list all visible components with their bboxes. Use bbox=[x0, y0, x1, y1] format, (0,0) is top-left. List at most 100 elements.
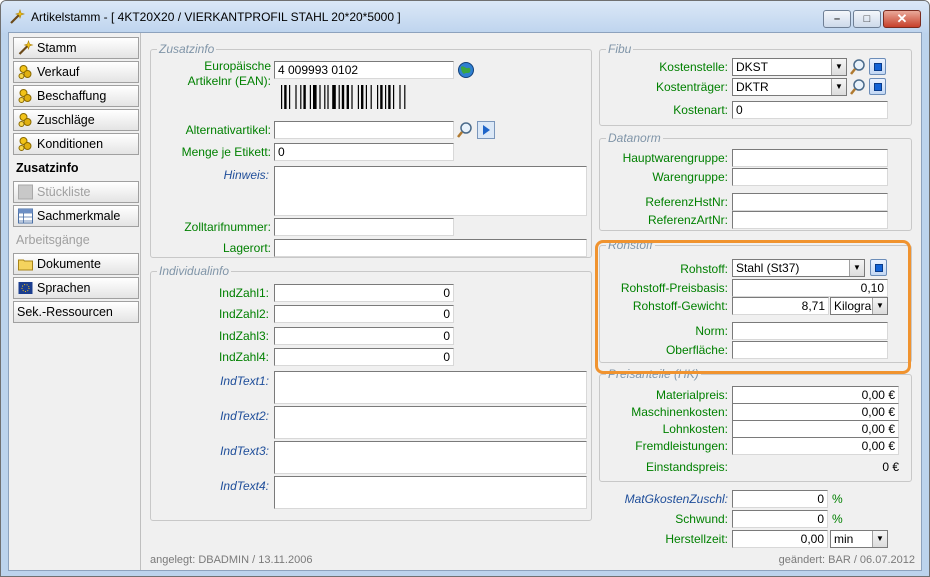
indzahl2-field[interactable]: 0 bbox=[274, 305, 454, 323]
content-area: Zusatzinfo Europäische Artikelnr (EAN): … bbox=[143, 33, 921, 570]
warengruppe-field[interactable] bbox=[732, 168, 888, 186]
referenzartnr-label: ReferenzArtNr: bbox=[647, 213, 728, 227]
preisbasis-field[interactable]: 0,10 bbox=[732, 279, 888, 297]
square-icon bbox=[874, 83, 882, 91]
sidebar-item-label: Stamm bbox=[37, 41, 77, 55]
oberflaeche-field[interactable] bbox=[732, 341, 888, 359]
coins-icon bbox=[18, 113, 32, 127]
indtext1-field[interactable] bbox=[274, 371, 587, 404]
sidebar-item-label: Dokumente bbox=[37, 257, 101, 271]
alternativartikel-field[interactable] bbox=[274, 121, 454, 139]
sidebar-item-sek-ressourcen[interactable]: Sek.-Ressourcen bbox=[13, 301, 139, 323]
sidebar-item-label: Sek.-Ressourcen bbox=[17, 305, 113, 319]
search-icon[interactable] bbox=[849, 58, 867, 76]
gewicht-field[interactable]: 8,71 bbox=[732, 297, 829, 315]
referenzhstnr-label: ReferenzHstNr: bbox=[645, 195, 728, 209]
sidebar-item-zusatzinfo[interactable]: Zusatzinfo bbox=[13, 157, 139, 179]
sidebar-item-stamm[interactable]: Stamm bbox=[13, 37, 139, 59]
norm-field[interactable] bbox=[732, 322, 888, 340]
indzahl1-field[interactable]: 0 bbox=[274, 284, 454, 302]
rohstoff-combo[interactable]: Stahl (St37) ▼ bbox=[732, 259, 865, 277]
ean-field[interactable]: 4 009993 0102 bbox=[274, 61, 454, 79]
lagerort-label: Lagerort: bbox=[222, 241, 271, 255]
indzahl2-label: IndZahl2: bbox=[218, 307, 269, 321]
arrow-right-icon[interactable] bbox=[477, 121, 495, 139]
herstellzeit-field[interactable]: 0,00 bbox=[732, 530, 828, 548]
sidebar-item-zuschlaege[interactable]: Zuschläge bbox=[13, 109, 139, 131]
kostenstelle-combo[interactable]: DKST ▼ bbox=[732, 58, 847, 76]
indtext2-field[interactable] bbox=[274, 406, 587, 439]
lohnkosten-label: Lohnkosten: bbox=[662, 422, 728, 436]
hauptwarengruppe-label: Hauptwarengruppe: bbox=[622, 151, 728, 165]
sidebar-item-label: Stückliste bbox=[37, 185, 91, 199]
close-button[interactable]: ✕ bbox=[883, 10, 921, 28]
indzahl3-field[interactable]: 0 bbox=[274, 327, 454, 345]
group-title: Individualinfo bbox=[159, 264, 230, 278]
referenzhstnr-field[interactable] bbox=[732, 193, 888, 211]
main-window: Artikelstamm - [ 4KT20X20 / VIERKANTPROF… bbox=[0, 0, 930, 577]
gewicht-unit-combo[interactable]: Kilogra ▼ bbox=[830, 297, 888, 315]
flag-icon bbox=[18, 282, 33, 294]
minimize-button[interactable]: – bbox=[823, 10, 851, 28]
search-icon[interactable] bbox=[849, 78, 867, 96]
hauptwarengruppe-field[interactable] bbox=[732, 149, 888, 167]
indtext3-field[interactable] bbox=[274, 441, 587, 474]
coins-icon bbox=[18, 89, 32, 103]
detail-button[interactable] bbox=[870, 259, 887, 276]
referenzartnr-field[interactable] bbox=[732, 211, 888, 229]
sidebar-item-dokumente[interactable]: Dokumente bbox=[13, 253, 139, 275]
lohnkosten-field[interactable]: 0,00 € bbox=[732, 420, 899, 438]
maschinenkosten-field[interactable]: 0,00 € bbox=[732, 403, 899, 421]
sidebar-item-sprachen[interactable]: Sprachen bbox=[13, 277, 139, 299]
square-icon bbox=[875, 264, 883, 272]
close-icon: ✕ bbox=[896, 11, 908, 26]
menge-field[interactable]: 0 bbox=[274, 143, 454, 161]
sidebar-item-konditionen[interactable]: Konditionen bbox=[13, 133, 139, 155]
zolltarif-label: Zolltarifnummer: bbox=[184, 220, 271, 234]
sidebar-item-sachmerkmale[interactable]: Sachmerkmale bbox=[13, 205, 139, 227]
warengruppe-label: Warengruppe: bbox=[652, 170, 728, 184]
chevron-down-icon[interactable]: ▼ bbox=[831, 59, 846, 75]
einstandspreis-label: Einstandspreis: bbox=[645, 460, 728, 474]
maximize-button[interactable]: □ bbox=[853, 10, 881, 28]
chevron-down-icon[interactable]: ▼ bbox=[849, 260, 864, 276]
coins-icon bbox=[18, 137, 32, 151]
kostentraeger-combo[interactable]: DKTR ▼ bbox=[732, 78, 847, 96]
folder-icon bbox=[18, 259, 33, 271]
matgkosten-label: MatGkostenZuschl: bbox=[624, 492, 728, 506]
globe-icon[interactable] bbox=[457, 61, 475, 79]
indzahl3-label: IndZahl3: bbox=[218, 329, 269, 343]
materialpreis-field[interactable]: 0,00 € bbox=[732, 386, 899, 404]
chevron-down-icon[interactable]: ▼ bbox=[831, 79, 846, 95]
square-icon bbox=[874, 63, 882, 71]
sidebar-item-label: Zusatzinfo bbox=[16, 161, 79, 175]
coins-icon bbox=[18, 65, 32, 79]
schwund-field[interactable]: 0 bbox=[732, 510, 828, 528]
detail-button[interactable] bbox=[869, 58, 886, 75]
combo-value: Stahl (St37) bbox=[736, 261, 800, 275]
lagerort-field[interactable] bbox=[274, 239, 587, 257]
chevron-down-icon[interactable]: ▼ bbox=[872, 298, 887, 314]
sidebar-item-beschaffung[interactable]: Beschaffung bbox=[13, 85, 139, 107]
hinweis-field[interactable] bbox=[274, 166, 587, 216]
group-title: Zusatzinfo bbox=[159, 42, 215, 56]
sidebar-item-verkauf[interactable]: Verkauf bbox=[13, 61, 139, 83]
indzahl4-field[interactable]: 0 bbox=[274, 348, 454, 366]
fremdleistungen-field[interactable]: 0,00 € bbox=[732, 437, 899, 455]
kostenart-field[interactable]: 0 bbox=[732, 101, 888, 119]
search-icon[interactable] bbox=[456, 121, 474, 139]
changed-info: geändert: BAR / 06.07.2012 bbox=[778, 554, 915, 566]
grid-icon bbox=[18, 184, 33, 200]
norm-label: Norm: bbox=[695, 324, 728, 338]
maximize-icon: □ bbox=[863, 13, 871, 25]
matgkosten-field[interactable]: 0 bbox=[732, 490, 828, 508]
chevron-down-icon[interactable]: ▼ bbox=[872, 531, 887, 547]
indzahl1-label: IndZahl1: bbox=[218, 286, 269, 300]
wand-icon bbox=[10, 9, 25, 24]
herstellzeit-unit-combo[interactable]: min ▼ bbox=[830, 530, 888, 548]
materialpreis-label: Materialpreis: bbox=[655, 388, 728, 402]
detail-button[interactable] bbox=[869, 78, 886, 95]
fremdleistungen-label: Fremdleistungen: bbox=[635, 439, 728, 453]
indtext4-field[interactable] bbox=[274, 476, 587, 509]
zolltarif-field[interactable] bbox=[274, 218, 454, 236]
